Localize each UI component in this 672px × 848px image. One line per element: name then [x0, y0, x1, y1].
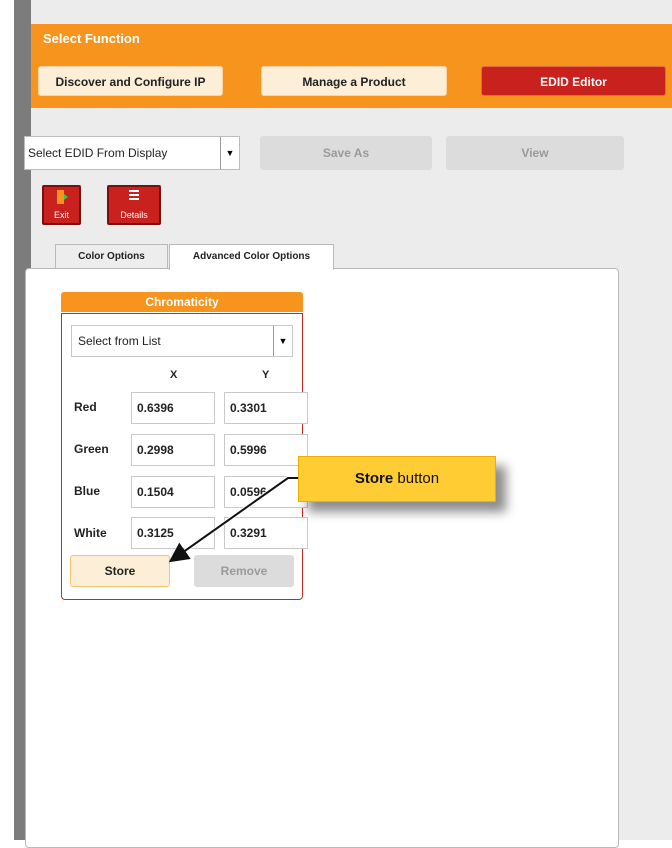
- callout-bold-text: Store: [354, 470, 394, 487]
- callout-arrow: [168, 476, 314, 563]
- callout-text: button: [393, 470, 440, 487]
- store-button-callout: Store button: [298, 456, 496, 502]
